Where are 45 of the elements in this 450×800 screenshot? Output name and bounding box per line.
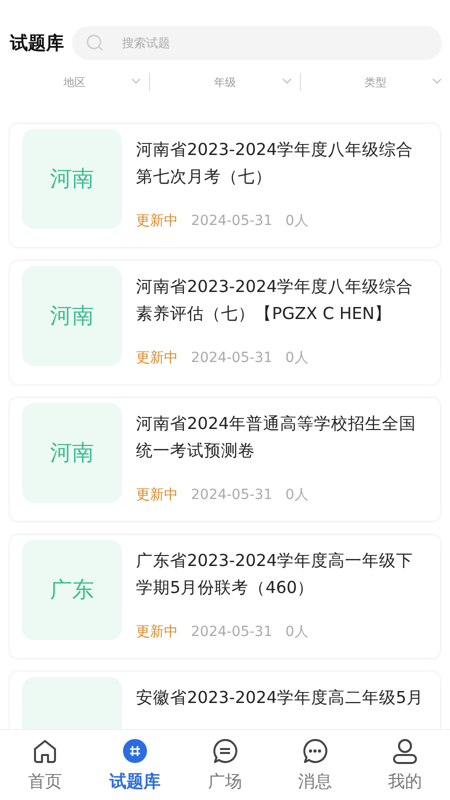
chat-bubble-icon: [211, 737, 239, 765]
tab-item[interactable]: 消息: [270, 730, 360, 800]
page-title: 试题库: [10, 32, 64, 55]
chevron-down-icon: [131, 78, 142, 84]
region-label: 广东: [22, 540, 122, 640]
status-label: 更新中: [136, 212, 178, 230]
region-label: 河南: [22, 266, 122, 366]
participant-count: 0人: [285, 486, 308, 504]
tab-item[interactable]: 广场: [180, 730, 270, 800]
search-field[interactable]: 搜索试题: [72, 26, 442, 60]
date-text: 2024-05-31: [191, 487, 272, 503]
date-text: 2024-05-31: [191, 213, 272, 229]
paper-title: 安徽省2023-2024学年度高二年级5月: [136, 687, 424, 709]
tab-item[interactable]: 试题库: [90, 730, 180, 800]
participant-count: 0人: [285, 623, 308, 641]
status-label: 更新中: [136, 623, 178, 641]
paper-title: 河南省2023-2024学年度八年级综合第七次月考（七）: [136, 139, 414, 188]
paper-card[interactable]: 广东 广东省2023-2024学年度高一年级下学期5月份联考（460） 更新中 2024-05-31 0人: [10, 535, 440, 658]
paper-card[interactable]: 河南 河南省2023-2024学年度八年级综合第七次月考（七） 更新中 2024-05-31 0人: [10, 124, 440, 247]
paper-card[interactable]: 河南 河南省2024年普通高等学校招生全国统一考试预测卷 更新中 2024-05-31 0人: [10, 398, 440, 521]
chevron-down-icon: [432, 78, 442, 84]
filter-dropdown[interactable]: 地区: [0, 73, 150, 91]
paper-card[interactable]: 安徽省2023-2024学年度高二年级5月: [10, 672, 440, 729]
date-text: 2024-05-31: [191, 350, 272, 366]
user-icon: [391, 737, 419, 765]
home-icon: [31, 737, 59, 765]
filter-dropdown[interactable]: 年级: [149, 73, 300, 91]
filter-dropdown[interactable]: 类型: [300, 73, 450, 91]
tab-item[interactable]: 我的: [360, 730, 450, 800]
paper-title: 河南省2023-2024学年度八年级综合素养评估（七）【PGZX C HEN】: [136, 276, 414, 325]
status-label: 更新中: [136, 486, 178, 504]
region-label: 河南: [22, 129, 122, 229]
message-icon: [301, 737, 329, 765]
search-icon: [86, 34, 104, 52]
participant-count: 0人: [285, 349, 308, 367]
tab-item[interactable]: 首页: [0, 730, 90, 800]
status-label: 更新中: [136, 349, 178, 367]
hashtag-icon: [121, 737, 149, 765]
date-text: 2024-05-31: [191, 624, 272, 640]
paper-card[interactable]: 河南 河南省2023-2024学年度八年级综合素养评估（七）【PGZX C HEN】 更新中 2024-05-31 0人: [10, 261, 440, 384]
participant-count: 0人: [285, 212, 308, 230]
paper-title: 广东省2023-2024学年度高一年级下学期5月份联考（460）: [136, 550, 414, 599]
paper-title: 河南省2024年普通高等学校招生全国统一考试预测卷: [136, 413, 417, 462]
region-label: 河南: [22, 403, 122, 503]
chevron-down-icon: [282, 78, 292, 84]
